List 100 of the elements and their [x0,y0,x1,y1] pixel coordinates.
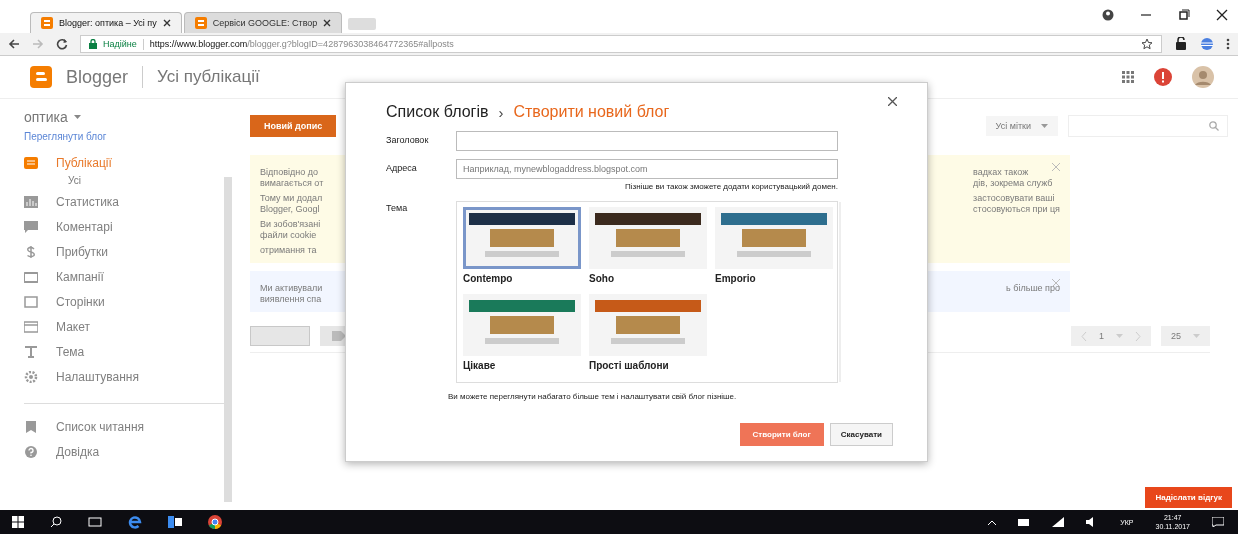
field-label: Адреса [386,162,418,175]
hint-text: Пізніше ви також зможете додати користувацький домен. [625,182,838,191]
notice-text: стосовуються при ця [973,204,1060,214]
bookmark-icon [24,420,38,433]
cancel-button[interactable]: Скасувати [829,423,893,446]
browser-tab[interactable]: Сервіси GOOGLE: Створ [183,12,343,33]
sidebar-item[interactable]: Публікації [24,150,112,175]
document-icon [24,156,38,169]
theme-option[interactable]: Цікаве [463,294,581,371]
notice-text: Тому ми додал [260,193,323,203]
back-arrow-icon[interactable] [8,38,20,50]
theme-name: Прості шаблони [589,360,670,371]
prev-icon [1080,331,1087,341]
notice-text: вимагається от [260,178,324,188]
menu-icon[interactable] [1226,38,1230,50]
caret-icon [73,115,81,119]
chrome-icon[interactable] [208,515,222,529]
view-blog-link[interactable]: Переглянути блог [24,131,107,142]
tab-title: Сервіси GOOGLE: Створ [212,18,318,28]
checkbox-button[interactable] [250,326,310,346]
tab-title: Blogger: оптика – Усі пу [59,18,157,28]
search-field[interactable] [1068,115,1228,137]
windows-logo-icon[interactable] [12,516,24,528]
close-icon[interactable] [1216,9,1228,21]
theme-option[interactable]: Emporio [715,207,833,284]
caret-icon [1116,334,1123,338]
notice-text: Ми активували [260,283,323,293]
sidebar-item[interactable]: Коментарі [24,214,113,239]
create-blog-button[interactable]: Створити блог [739,423,824,446]
theme-option[interactable]: Contempo [463,207,581,284]
title-input-field[interactable] [456,131,838,151]
close-icon[interactable] [888,97,897,106]
scrollbar[interactable] [839,202,841,382]
network-icon[interactable] [1052,517,1065,527]
dollar-icon [24,245,38,258]
sidebar-item[interactable]: Довідка [24,439,100,464]
breadcrumb-link[interactable]: Список блогів [386,103,489,121]
search-icon[interactable] [50,516,62,528]
sidebar-item[interactable]: Макет [24,314,90,339]
close-icon[interactable] [323,19,332,27]
profile-icon[interactable] [1102,9,1114,21]
theme-name: Emporio [715,273,757,284]
close-icon[interactable] [162,19,171,27]
page-icon [24,295,38,308]
field-label: Тема [386,202,409,215]
feedback-button[interactable]: Надіслати відгук [1145,487,1232,508]
dialog-title: Створити новий блог [513,103,670,121]
theme-name: Contempo [463,273,514,284]
sidebar-item[interactable]: Кампанії [24,264,104,289]
theme-option[interactable]: Прості шаблони [589,294,707,371]
scrollbar[interactable] [224,177,232,502]
battery-icon[interactable] [1018,518,1031,526]
brand-name: Blogger [66,66,129,88]
blogger-logo-icon [194,17,207,29]
address-field[interactable]: Надійне https://www.blogger.com/blogger.g?blogID=4287963038464772365#allposts [80,35,1162,53]
restore-icon[interactable] [1178,9,1190,21]
speech-bubble-icon [24,220,38,233]
notice-text: Ви зобов'язані [260,219,321,229]
help-icon [24,445,38,458]
notice-text: ь більше про [1006,283,1060,293]
caret-icon [1193,334,1200,338]
chevron-up-icon[interactable] [988,519,997,525]
sidebar-item[interactable]: Налаштування [24,364,139,389]
theme-option[interactable]: Soho [589,207,707,284]
notice-text: отримання та [260,245,317,255]
avatar-icon[interactable] [1192,66,1214,88]
notification-center-icon[interactable] [1212,517,1224,527]
security-label: Надійне [103,39,137,49]
blogger-logo-icon [41,17,53,29]
notice-text: дів, зокрема служб [973,178,1053,188]
notice-text: вадках також [973,167,1029,177]
notice-text: Відповідно до [260,167,318,177]
lock-icon [89,39,97,49]
sidebar-item[interactable]: Тема [24,339,85,364]
browser-tab[interactable]: Blogger: оптика – Усі пу [30,12,182,33]
new-post-button[interactable]: Новий допис [250,115,337,137]
page-size-dropdown[interactable]: 25 [1161,326,1210,346]
page-title: Усі публікації [157,67,260,87]
sidebar-item[interactable]: Сторінки [24,289,105,314]
search-icon [1209,121,1219,131]
sidebar-item[interactable]: Список читання [24,414,144,439]
theme-name: Цікаве [463,360,497,371]
address-input-field[interactable]: Наприклад, mynewblogaddress.blogspot.com [456,159,838,179]
blogger-logo-icon[interactable] [30,66,52,88]
label-filter-dropdown[interactable]: Усі мітки [985,116,1058,136]
browser-e-icon[interactable] [128,515,142,529]
blog-selector[interactable]: оптика [24,109,81,125]
task-view-icon[interactable] [88,517,102,527]
brush-icon [24,345,38,358]
notice-text: виявлення спа [260,294,322,304]
sidebar-item[interactable]: Статистика [24,189,120,214]
sidebar-item[interactable]: Прибутки [24,239,109,264]
store-icon[interactable] [168,516,182,528]
pagination[interactable]: 1 [1070,326,1151,346]
reload-icon[interactable] [56,38,68,50]
layout-icon [24,320,38,333]
apps-grid-icon[interactable] [1122,71,1134,83]
star-icon[interactable] [1141,38,1153,50]
notification-icon[interactable] [1154,68,1172,86]
sidebar-subitem[interactable]: Усі [68,175,81,189]
